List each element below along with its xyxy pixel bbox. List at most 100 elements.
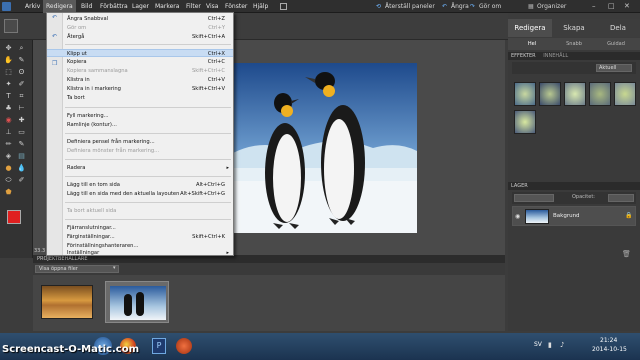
thumb-penguin-right bbox=[136, 292, 144, 316]
eye-icon[interactable]: ◉ bbox=[515, 213, 520, 220]
effect-thumb-6[interactable] bbox=[514, 110, 536, 134]
menu-item-paste-into[interactable]: Klistra in i markering Skift+Ctrl+V bbox=[47, 85, 233, 93]
menu-item-copy-merged[interactable]: Kopiera sammanslagna Skift+Ctrl+C bbox=[47, 67, 233, 75]
menu-item-remote-connections[interactable]: Fjärranslutningar... bbox=[47, 224, 233, 232]
subtab-guidad[interactable]: Guidad bbox=[596, 39, 636, 49]
menu-item-clear[interactable]: Radera ▸ bbox=[47, 164, 233, 172]
show-open-files-dropdown[interactable]: Visa öppna filer bbox=[35, 265, 119, 273]
brush-icon[interactable]: ✏ bbox=[4, 140, 13, 149]
custom-shape-icon[interactable]: ⬟ bbox=[4, 188, 13, 197]
menu-item-paste[interactable]: Klistra in Ctrl+V bbox=[47, 76, 233, 84]
menu-arkiv[interactable]: Arkiv bbox=[22, 0, 43, 13]
subtab-snabb[interactable]: Snabb bbox=[554, 39, 594, 49]
foreground-color-swatch[interactable] bbox=[7, 210, 21, 224]
menu-item-preferences[interactable]: Inställningar ▸ bbox=[47, 249, 233, 257]
opacity-label: Opacitet: bbox=[572, 194, 595, 200]
selected-thumbnail-frame[interactable] bbox=[105, 281, 169, 323]
menu-item-undo[interactable]: Ångra Snabbval Ctrl+Z bbox=[47, 15, 233, 23]
lasso-icon[interactable]: ʘ bbox=[17, 68, 26, 77]
paint-bucket-icon[interactable]: ◈ bbox=[4, 152, 13, 161]
menu-item-delete-page[interactable]: Ta bort aktuell sida bbox=[47, 207, 233, 215]
menu-item-revert[interactable]: Återgå Skift+Ctrl+A bbox=[47, 33, 233, 41]
subtab-hel[interactable]: Hel bbox=[512, 39, 552, 49]
menu-item-define-brush[interactable]: Definiera pensel från markering... bbox=[47, 138, 233, 146]
lock-icon[interactable]: 🔒 bbox=[625, 212, 632, 219]
menu-item-redo[interactable]: Gör om Ctrl+Y bbox=[47, 24, 233, 32]
redo-button[interactable]: Gör om bbox=[479, 2, 501, 12]
effect-thumb-5[interactable] bbox=[614, 82, 636, 106]
clone-stamp-icon[interactable]: ⊥ bbox=[4, 128, 13, 137]
blend-mode-dropdown[interactable] bbox=[514, 194, 554, 202]
type-tool-icon[interactable]: T bbox=[4, 92, 13, 101]
blur-icon[interactable]: 💧 bbox=[17, 164, 26, 173]
opacity-input[interactable] bbox=[608, 194, 634, 202]
reset-panels-button[interactable]: Återställ paneler bbox=[385, 2, 435, 12]
tool-preset-icon[interactable] bbox=[4, 19, 18, 33]
effects-dropdown[interactable]: Aktuell bbox=[596, 64, 632, 72]
close-icon[interactable]: ✕ bbox=[624, 2, 630, 10]
organizer-icon[interactable]: ▦ bbox=[528, 2, 534, 12]
menu-item-fill-selection[interactable]: Fyll markering... bbox=[47, 112, 233, 120]
eyedropper-icon[interactable]: ✎ bbox=[17, 56, 26, 65]
effect-thumb-3[interactable] bbox=[564, 82, 586, 106]
tab-skapa[interactable]: Skapa bbox=[552, 19, 596, 37]
screen-mode-icon[interactable] bbox=[280, 3, 287, 10]
menu-item-stroke[interactable]: Ramlinje (kontur)... bbox=[47, 121, 233, 129]
menu-item-delete[interactable]: Ta bort bbox=[47, 94, 233, 102]
quick-selection-icon[interactable]: ✐ bbox=[17, 80, 26, 89]
penguin-photo[interactable] bbox=[233, 63, 417, 233]
effect-thumb-2[interactable] bbox=[539, 82, 561, 106]
red-eye-icon[interactable]: ◉ bbox=[4, 116, 13, 125]
eraser-icon[interactable]: ▭ bbox=[17, 128, 26, 137]
undo-button[interactable]: Ångra bbox=[451, 2, 469, 12]
menu-item-add-blank-page[interactable]: Lägg till en tom sida Alt+Ctrl+G bbox=[47, 181, 233, 189]
tab-dela[interactable]: Dela bbox=[596, 19, 640, 37]
magic-wand-icon[interactable]: ✦ bbox=[4, 80, 13, 89]
chevron-down-icon[interactable]: ▾ bbox=[113, 265, 116, 271]
shape-tool-icon[interactable]: ● bbox=[4, 164, 13, 173]
content-tab[interactable]: INNEHÅLL bbox=[543, 53, 568, 59]
volume-icon[interactable]: ♪ bbox=[560, 341, 564, 349]
penguin-thumbnail bbox=[110, 286, 166, 320]
clock-date[interactable]: 2014-10-15 bbox=[592, 346, 627, 353]
minimize-icon[interactable]: – bbox=[592, 2, 596, 10]
menu-item-color-settings[interactable]: Färginställningar... Skift+Ctrl+K bbox=[47, 233, 233, 241]
clock-time[interactable]: 21:24 bbox=[600, 337, 617, 344]
sponge-icon[interactable]: ⬭ bbox=[4, 176, 13, 185]
spot-healing-icon[interactable]: ✚ bbox=[17, 116, 26, 125]
gradient-icon[interactable]: ▤ bbox=[17, 152, 26, 161]
menu-item-add-page-layout[interactable]: Lägg till en sida med den aktuella layou… bbox=[47, 190, 233, 198]
menu-hjalp[interactable]: Hjälp bbox=[250, 0, 271, 13]
effect-thumb-1[interactable] bbox=[514, 82, 536, 106]
screencast-taskbar-icon[interactable] bbox=[176, 338, 192, 354]
layer-row[interactable]: ◉ Bakgrund 🔒 bbox=[512, 206, 636, 226]
move-tool-icon[interactable]: ✥ bbox=[4, 44, 13, 53]
layer-name[interactable]: Bakgrund bbox=[553, 213, 580, 219]
straighten-icon[interactable]: ⊢ bbox=[17, 104, 26, 113]
hand-tool-icon[interactable]: ✋ bbox=[4, 56, 13, 65]
maximize-icon[interactable]: □ bbox=[608, 2, 615, 10]
menu-item-copy[interactable]: Kopiera Ctrl+C bbox=[47, 58, 233, 66]
network-icon[interactable]: ▮ bbox=[548, 341, 552, 349]
redo-icon[interactable]: ↷ bbox=[470, 2, 475, 12]
marquee-icon[interactable]: ⬚ bbox=[4, 68, 13, 77]
undo-icon[interactable]: ↶ bbox=[442, 2, 447, 12]
organizer-button[interactable]: Organizer bbox=[537, 2, 566, 12]
effect-thumb-4[interactable] bbox=[589, 82, 611, 106]
pencil-icon[interactable]: ✐ bbox=[17, 176, 26, 185]
desert-thumbnail[interactable] bbox=[41, 285, 93, 319]
menu-item-define-pattern[interactable]: Definiera mönster från markering... bbox=[47, 147, 233, 155]
crop-icon[interactable]: ⌗ bbox=[17, 92, 26, 101]
reset-panels-icon[interactable]: ⟲ bbox=[376, 2, 381, 12]
menu-item-cut[interactable]: Klipp ut Ctrl+X bbox=[47, 49, 233, 57]
language-indicator[interactable]: SV bbox=[534, 341, 542, 348]
photoshop-elements-taskbar-icon[interactable]: P bbox=[152, 338, 166, 354]
effects-toolbar: Aktuell bbox=[512, 62, 636, 74]
zoom-tool-icon[interactable]: ⌕ bbox=[17, 44, 26, 53]
trash-icon[interactable]: 🗑 bbox=[622, 250, 631, 258]
tab-redigera[interactable]: Redigera bbox=[508, 19, 552, 37]
effects-title[interactable]: EFFEKTER bbox=[511, 53, 536, 59]
cookie-cutter-icon[interactable]: ♣ bbox=[4, 104, 13, 113]
zoom-readout: 33.3 bbox=[34, 248, 46, 254]
smart-brush-icon[interactable]: ✎ bbox=[17, 140, 26, 149]
